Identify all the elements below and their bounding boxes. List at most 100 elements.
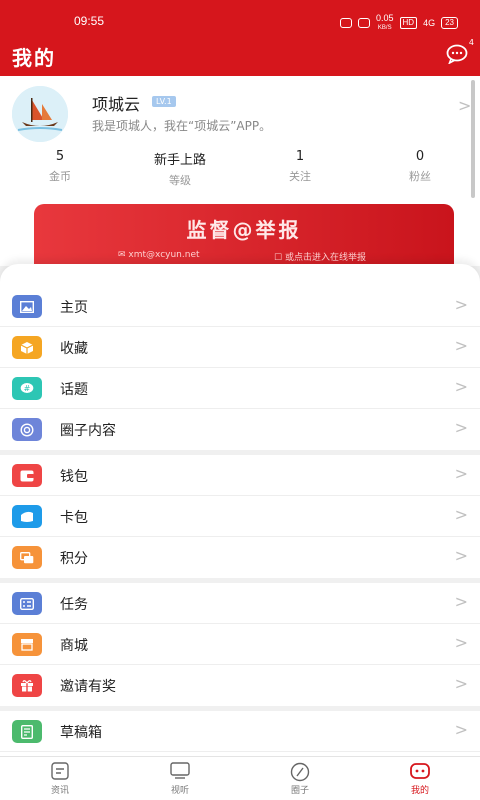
tab-label: 圈子	[290, 786, 309, 796]
points-icon	[12, 546, 42, 569]
page-title: 我的	[12, 48, 56, 70]
profile-chevron-icon[interactable]: >	[458, 96, 471, 115]
menu-list: 主页 > 收藏 > # 话题 > 圈子内容 > 钱包 > 卡包 > 积分 > 任…	[0, 264, 480, 758]
banner-email: ✉ xmt@xcyun.net	[118, 250, 200, 260]
circle-icon	[12, 418, 42, 441]
profile-stats: 5 金币 新手上路 等级 1 关注 0 粉丝	[0, 149, 480, 188]
menu-item-label: 任务	[60, 597, 88, 613]
tv-icon	[170, 762, 190, 779]
chevron-right-icon: >	[454, 546, 468, 565]
chevron-right-icon: >	[454, 418, 468, 437]
status-indicators: 0.05 KB/S HD 4G 23	[339, 14, 458, 32]
menu-item-label: 钱包	[60, 469, 88, 485]
profile-card: 项城云 LV.1 我是项城人，我在“项城云”APP。 > 5 金币 新手上路 等…	[0, 76, 480, 270]
tab-mine[interactable]: 我的	[360, 757, 480, 800]
stat-following[interactable]: 1 关注	[240, 149, 360, 188]
status-bar: 09:55 0.05 KB/S HD 4G 23	[0, 0, 480, 40]
chevron-right-icon: >	[454, 720, 468, 739]
chevron-right-icon: >	[454, 336, 468, 355]
store-icon	[12, 633, 42, 656]
report-banner[interactable]: 监督@举报 ✉ xmt@xcyun.net ☐ 或点击进入在线举报	[34, 204, 454, 270]
level-badge: LV.1	[152, 96, 176, 107]
menu-item-label: 收藏	[60, 341, 88, 357]
net-speed-unit: KB/S	[377, 25, 392, 31]
banner-email-text: xmt@xcyun.net	[128, 250, 200, 260]
box-icon	[12, 336, 42, 359]
banner-title: 监督@举报	[186, 218, 302, 242]
menu-item-drafts[interactable]: 草稿箱 >	[0, 711, 480, 752]
user-signature: 我是项城人，我在“项城云”APP。	[92, 119, 272, 133]
status-time: 09:55	[74, 14, 105, 28]
boat-logo-icon	[12, 86, 68, 142]
chevron-right-icon: >	[454, 505, 468, 524]
chevron-right-icon: >	[454, 592, 468, 611]
svg-text:#: #	[24, 384, 31, 393]
menu-item-topics[interactable]: # 话题 >	[0, 368, 480, 409]
stat-fans[interactable]: 0 粉丝	[360, 149, 480, 188]
stat-value: 1	[295, 149, 305, 164]
menu-item-label: 话题	[60, 382, 88, 398]
scrollbar[interactable]	[471, 80, 475, 198]
avatar[interactable]	[12, 86, 68, 142]
stat-value: 5	[55, 149, 65, 164]
menu-item-circle-content[interactable]: 圈子内容 >	[0, 409, 480, 450]
net-speed-value: 0.05	[375, 13, 394, 23]
card-icon	[12, 505, 42, 528]
menu-item-wallet[interactable]: 钱包 >	[0, 455, 480, 496]
menu-item-card-wallet[interactable]: 卡包 >	[0, 496, 480, 537]
hd-badge: HD	[399, 17, 418, 29]
stat-level[interactable]: 新手上路 等级	[120, 149, 240, 188]
menu-item-store[interactable]: 商城 >	[0, 624, 480, 665]
stat-coins[interactable]: 5 金币	[0, 149, 120, 188]
menu-item-label: 邀请有奖	[60, 679, 116, 695]
signal-indicator: 4G	[423, 18, 436, 28]
menu-item-home[interactable]: 主页 >	[0, 286, 480, 327]
tab-label: 我的	[410, 786, 429, 796]
tab-news[interactable]: 资讯	[0, 757, 120, 800]
tab-circle[interactable]: 圈子	[240, 757, 360, 800]
battery-indicator: 23	[441, 17, 458, 29]
menu-item-label: 商城	[60, 638, 88, 654]
tab-video[interactable]: 视听	[120, 757, 240, 800]
stat-label: 等级	[169, 174, 191, 187]
menu-item-points[interactable]: 积分 >	[0, 537, 480, 578]
tab-label: 资讯	[50, 786, 69, 796]
hashtag-icon: #	[12, 377, 42, 400]
message-badge: 4	[468, 38, 474, 47]
mine-icon	[410, 763, 430, 779]
gift-icon	[12, 674, 42, 697]
banner-link-text: 或点击进入在线举报	[284, 253, 366, 263]
compass-icon	[290, 762, 310, 782]
stat-label: 关注	[289, 170, 311, 183]
chat-icon[interactable]	[446, 44, 468, 64]
menu-item-tasks[interactable]: 任务 >	[0, 583, 480, 624]
chevron-right-icon: >	[454, 295, 468, 314]
net-speed: 0.05 KB/S	[376, 14, 394, 32]
task-icon	[12, 592, 42, 615]
user-name: 项城云	[92, 95, 141, 114]
stat-label: 金币	[49, 170, 71, 183]
menu-item-label: 草稿箱	[60, 725, 102, 741]
draft-icon	[12, 720, 42, 743]
image-icon	[12, 295, 42, 318]
chevron-right-icon: >	[454, 674, 468, 693]
news-icon	[51, 762, 69, 780]
stat-label: 粉丝	[409, 170, 431, 183]
tab-label: 视听	[170, 786, 189, 796]
menu-item-label: 主页	[60, 300, 88, 316]
menu-item-label: 圈子内容	[60, 423, 116, 439]
chevron-right-icon: >	[454, 633, 468, 652]
chevron-right-icon: >	[454, 377, 468, 396]
bottom-tab-bar: 资讯 视听 圈子 我的	[0, 756, 480, 800]
banner-link[interactable]: ☐ 或点击进入在线举报	[274, 250, 366, 263]
menu-item-invite[interactable]: 邀请有奖 >	[0, 665, 480, 706]
stat-value: 新手上路	[153, 153, 206, 168]
menu-item-favorites[interactable]: 收藏 >	[0, 327, 480, 368]
app-header: 09:55 0.05 KB/S HD 4G 23 我的 4	[0, 0, 480, 76]
stat-value: 0	[415, 149, 425, 164]
menu-item-label: 卡包	[60, 510, 88, 526]
vibrate-icon	[357, 18, 370, 28]
menu-item-label: 积分	[60, 551, 88, 567]
wallet-icon	[12, 464, 42, 487]
chevron-right-icon: >	[454, 464, 468, 483]
